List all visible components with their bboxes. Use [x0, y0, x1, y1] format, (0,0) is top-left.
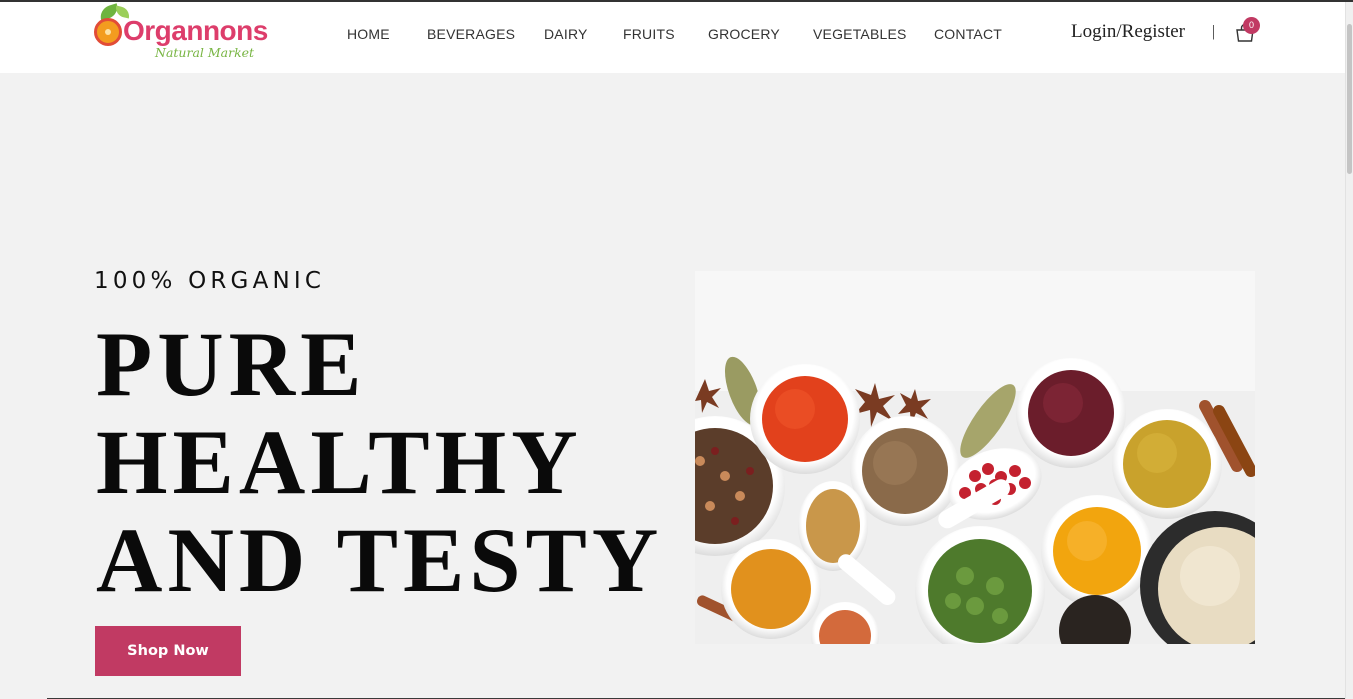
brand-logo[interactable]: Organnons Natural Market	[93, 3, 268, 66]
nav-item-dairy[interactable]: DAIRY	[544, 26, 588, 42]
spices-bowls-illustration	[695, 271, 1255, 644]
nav-item-vegetables[interactable]: VEGETABLES	[813, 26, 907, 42]
scrollbar-thumb[interactable]	[1347, 24, 1352, 174]
nav-item-beverages[interactable]: BEVERAGES	[427, 26, 515, 42]
cart-count-badge: 0	[1243, 17, 1260, 34]
hero-headline-line: HEALTHY	[96, 411, 583, 513]
hero-spices-image	[695, 271, 1255, 644]
page-scrollbar[interactable]	[1345, 2, 1353, 699]
nav-item-fruits[interactable]: FRUITS	[623, 26, 675, 42]
hero-headline-line: AND TESTY	[96, 509, 664, 611]
nav-item-home[interactable]: HOME	[347, 26, 390, 42]
hero-headline-line: PURE	[96, 313, 367, 415]
nav-item-contact[interactable]: CONTACT	[934, 26, 1002, 42]
logo-orange-icon	[94, 18, 122, 46]
header-separator: |	[1212, 23, 1216, 40]
shop-now-button[interactable]: Shop Now	[95, 626, 241, 676]
brand-tagline: Natural Market	[155, 45, 255, 60]
login-register-link[interactable]: Login/Register	[1071, 21, 1185, 43]
hero-eyebrow: 100% ORGANIC	[94, 268, 326, 294]
site-header: Organnons Natural Market HOME BEVERAGES …	[0, 2, 1345, 73]
nav-item-grocery[interactable]: GROCERY	[708, 26, 780, 42]
brand-name: Organnons	[123, 15, 268, 46]
hero-headline: PURE HEALTHY AND TESTY	[96, 315, 696, 609]
